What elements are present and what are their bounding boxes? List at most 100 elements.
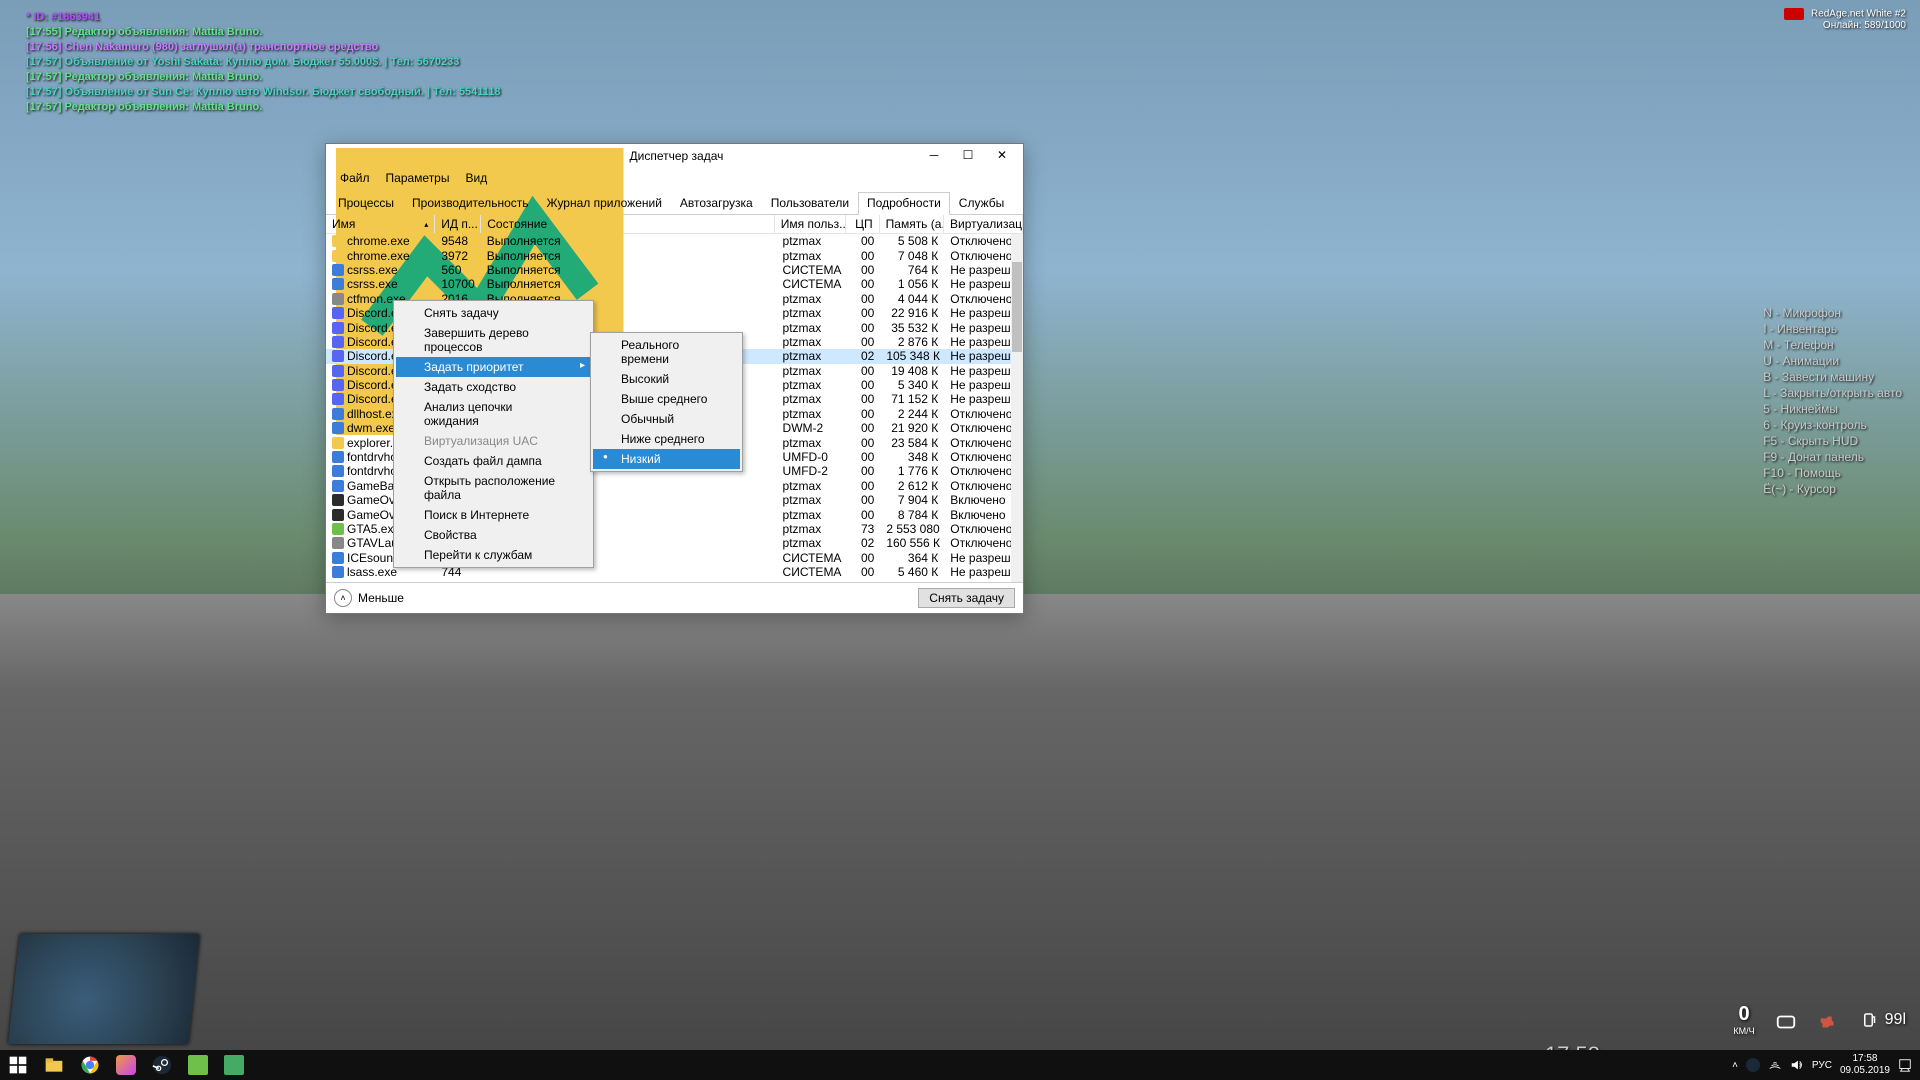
gta-icon[interactable] bbox=[180, 1050, 216, 1080]
chat-line: [17:56] Chen Nakamuro (980) заглушил(а) … bbox=[26, 40, 501, 55]
tray-language[interactable]: РУС bbox=[1812, 1060, 1832, 1071]
process-icon bbox=[332, 350, 344, 362]
taskmgr-icon bbox=[334, 148, 624, 164]
chat-line: * ID: #1863941 bbox=[26, 10, 501, 25]
menu-item[interactable]: Файл bbox=[332, 169, 378, 187]
context-menu-priority[interactable]: Реального времениВысокийВыше среднегоОбы… bbox=[590, 332, 743, 472]
vehicle-hud: 0КМ/Ч 99l bbox=[1733, 1003, 1906, 1036]
tab[interactable]: Пользователи bbox=[762, 192, 858, 215]
context-menu-item[interactable]: Завершить дерево процессов bbox=[396, 323, 591, 357]
tab[interactable]: Производительность bbox=[403, 192, 537, 215]
process-icon bbox=[332, 509, 344, 521]
process-icon bbox=[332, 264, 344, 276]
keybind-line: 6 - Круиз-контроль bbox=[1763, 417, 1902, 433]
tray-volume-icon[interactable] bbox=[1790, 1058, 1804, 1072]
tab[interactable]: Процессы bbox=[329, 192, 403, 215]
process-icon bbox=[332, 307, 344, 319]
chat-line: [17:57] Редактор объявления: Mattia Brun… bbox=[26, 100, 501, 115]
process-icon bbox=[332, 278, 344, 290]
context-menu-item[interactable]: Обычный bbox=[593, 409, 740, 429]
windows-taskbar[interactable]: ˄ РУС 17:5809.05.2019 bbox=[0, 1050, 1920, 1080]
process-icon bbox=[332, 322, 344, 334]
context-menu-item[interactable]: Снять задачу bbox=[396, 303, 591, 323]
chat-line: [17:57] Объявление от Sun Ce: Куплю авто… bbox=[26, 85, 501, 100]
table-row[interactable]: chrome.exe 3972Выполняется ptzmax00 7 04… bbox=[326, 248, 1023, 262]
column-headers[interactable]: Имя▴ ИД п... Состояние Имя польз... ЦП П… bbox=[326, 215, 1023, 234]
minimap bbox=[8, 934, 200, 1044]
context-menu-item: Виртуализация UAC bbox=[396, 431, 591, 451]
keybind-line: M - Телефон bbox=[1763, 337, 1902, 353]
context-menu-item[interactable]: Задать сходство bbox=[396, 377, 591, 397]
minimize-button[interactable]: ─ bbox=[917, 145, 951, 167]
start-button[interactable] bbox=[0, 1050, 36, 1080]
chat-line: [17:55] Редактор объявления: Mattia Brun… bbox=[26, 25, 501, 40]
process-icon bbox=[332, 422, 344, 434]
context-menu-process[interactable]: Снять задачуЗавершить дерево процессовЗа… bbox=[393, 300, 594, 568]
notifications-icon[interactable] bbox=[1898, 1058, 1912, 1072]
keybind-line: F10 - Помощь bbox=[1763, 465, 1902, 481]
process-icon bbox=[332, 437, 344, 449]
chat-line: [17:57] Объявление от Yoshi Sakata: Купл… bbox=[26, 55, 501, 70]
speed-readout: 0КМ/Ч bbox=[1733, 1003, 1754, 1036]
tab[interactable]: Журнал приложений bbox=[538, 192, 671, 215]
context-menu-item[interactable]: Выше среднего bbox=[593, 389, 740, 409]
system-tray[interactable]: ˄ РУС 17:5809.05.2019 bbox=[1732, 1053, 1920, 1077]
tab[interactable]: Подробности bbox=[858, 192, 950, 215]
server-info: RedAge.net White #2 Онлайн: 589/1000 bbox=[1784, 8, 1906, 31]
keybind-line: L - Закрыть/открыть авто bbox=[1763, 385, 1902, 401]
steam-icon[interactable] bbox=[144, 1050, 180, 1080]
close-button[interactable]: ✕ bbox=[985, 145, 1019, 167]
fuel-readout: 99l bbox=[1859, 1011, 1906, 1029]
window-title: Диспетчер задач bbox=[628, 149, 918, 163]
context-menu-item[interactable]: Задать приоритет bbox=[396, 357, 591, 377]
titlebar[interactable]: Диспетчер задач ─ ☐ ✕ bbox=[326, 144, 1023, 167]
process-icon bbox=[332, 566, 344, 578]
menu-item[interactable]: Параметры bbox=[378, 169, 458, 187]
process-icon bbox=[332, 408, 344, 420]
process-icon bbox=[332, 365, 344, 377]
keybind-line: F9 - Донат панель bbox=[1763, 449, 1902, 465]
chevron-up-icon: ˄ bbox=[334, 589, 352, 607]
chrome-icon[interactable] bbox=[72, 1050, 108, 1080]
tab[interactable]: Службы bbox=[950, 192, 1013, 215]
maximize-button[interactable]: ☐ bbox=[951, 145, 985, 167]
explorer-icon[interactable] bbox=[36, 1050, 72, 1080]
scrollbar-thumb[interactable] bbox=[1012, 262, 1022, 352]
taskbar-clock[interactable]: 17:5809.05.2019 bbox=[1840, 1053, 1890, 1077]
app-icon[interactable] bbox=[108, 1050, 144, 1080]
server-logo-icon bbox=[1784, 8, 1804, 20]
context-menu-item[interactable]: Открыть расположение файла bbox=[396, 471, 591, 505]
process-icon bbox=[332, 537, 344, 549]
menu-item[interactable]: Вид bbox=[457, 169, 495, 187]
tab[interactable]: Автозагрузка bbox=[671, 192, 762, 215]
menu-bar[interactable]: ФайлПараметрыВид bbox=[326, 167, 1023, 190]
process-icon bbox=[332, 293, 344, 305]
tray-chevron-icon[interactable]: ˄ bbox=[1732, 1060, 1738, 1071]
context-menu-item[interactable]: Перейти к службам bbox=[396, 545, 591, 565]
taskmgr-taskbar-icon[interactable] bbox=[216, 1050, 252, 1080]
process-icon bbox=[332, 336, 344, 348]
context-menu-item[interactable]: Высокий bbox=[593, 369, 740, 389]
fuel-icon bbox=[1859, 1011, 1881, 1029]
context-menu-item[interactable]: Свойства bbox=[396, 525, 591, 545]
context-menu-item[interactable]: Ниже среднего bbox=[593, 429, 740, 449]
tray-network-icon[interactable] bbox=[1768, 1058, 1782, 1072]
scrollbar[interactable] bbox=[1011, 234, 1023, 582]
context-menu-item[interactable]: Поиск в Интернете bbox=[396, 505, 591, 525]
process-icon bbox=[332, 379, 344, 391]
keybind-line: U - Анимации bbox=[1763, 353, 1902, 369]
table-row[interactable]: csrss.exe 560Выполняется СИСТЕМА00 764 К… bbox=[326, 263, 1023, 277]
context-menu-item[interactable]: Реального времени bbox=[593, 335, 740, 369]
table-row[interactable]: csrss.exe 10700Выполняется СИСТЕМА00 1 0… bbox=[326, 277, 1023, 291]
tray-steam-icon[interactable] bbox=[1746, 1058, 1760, 1072]
end-task-button[interactable]: Снять задачу bbox=[918, 588, 1015, 608]
context-menu-item[interactable]: Низкий bbox=[593, 449, 740, 469]
process-icon bbox=[332, 494, 344, 506]
context-menu-item[interactable]: Анализ цепочки ожидания bbox=[396, 397, 591, 431]
tab-strip[interactable]: ПроцессыПроизводительностьЖурнал приложе… bbox=[326, 190, 1023, 215]
chat-log: * ID: #1863941[17:55] Редактор объявлени… bbox=[26, 10, 501, 115]
process-icon bbox=[332, 250, 344, 262]
table-row[interactable]: chrome.exe 9548Выполняется ptzmax00 5 50… bbox=[326, 234, 1023, 248]
fewer-details-button[interactable]: ˄ Меньше bbox=[334, 589, 404, 607]
context-menu-item[interactable]: Создать файл дампа bbox=[396, 451, 591, 471]
